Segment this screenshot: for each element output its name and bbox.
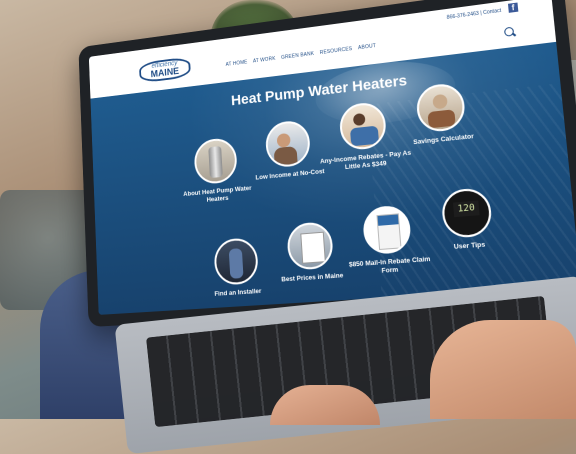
laptop-screen: efficiency MAINE AT HOME AT WORK GREEN B… [88, 0, 576, 315]
facebook-icon[interactable]: f [507, 2, 519, 13]
nav-at-work[interactable]: AT WORK [253, 56, 276, 65]
person-reading-image [415, 81, 467, 134]
installer-image [213, 236, 260, 286]
nav-resources[interactable]: RESOURCES [320, 46, 353, 56]
price-sheet-image [286, 220, 335, 271]
tile-label: About Heat Pump Water Heaters [183, 184, 252, 204]
main-nav: AT HOME AT WORK GREEN BANK RESOURCES ABO… [226, 43, 377, 68]
nav-green-bank[interactable]: GREEN BANK [281, 51, 314, 61]
thermostat-display-image [440, 186, 494, 239]
laptop-lid: efficiency MAINE AT HOME AT WORK GREEN B… [78, 0, 576, 328]
efficiency-maine-logo[interactable]: efficiency MAINE [138, 56, 191, 84]
right-hand [430, 320, 576, 419]
contact-link[interactable]: 866-376-2463 | Contact [447, 8, 502, 21]
water-heater-image [193, 136, 238, 186]
tile-label: Find an Installer [214, 287, 262, 298]
nav-at-home[interactable]: AT HOME [226, 59, 248, 67]
family-image [338, 100, 388, 152]
nav-about[interactable]: ABOUT [358, 43, 376, 51]
rebate-form-image [361, 204, 413, 256]
tile-user-tips[interactable]: User Tips [415, 185, 522, 255]
tile-savings-calculator[interactable]: Savings Calculator [390, 79, 494, 149]
technician-image [264, 119, 312, 169]
search-icon[interactable] [503, 26, 515, 37]
